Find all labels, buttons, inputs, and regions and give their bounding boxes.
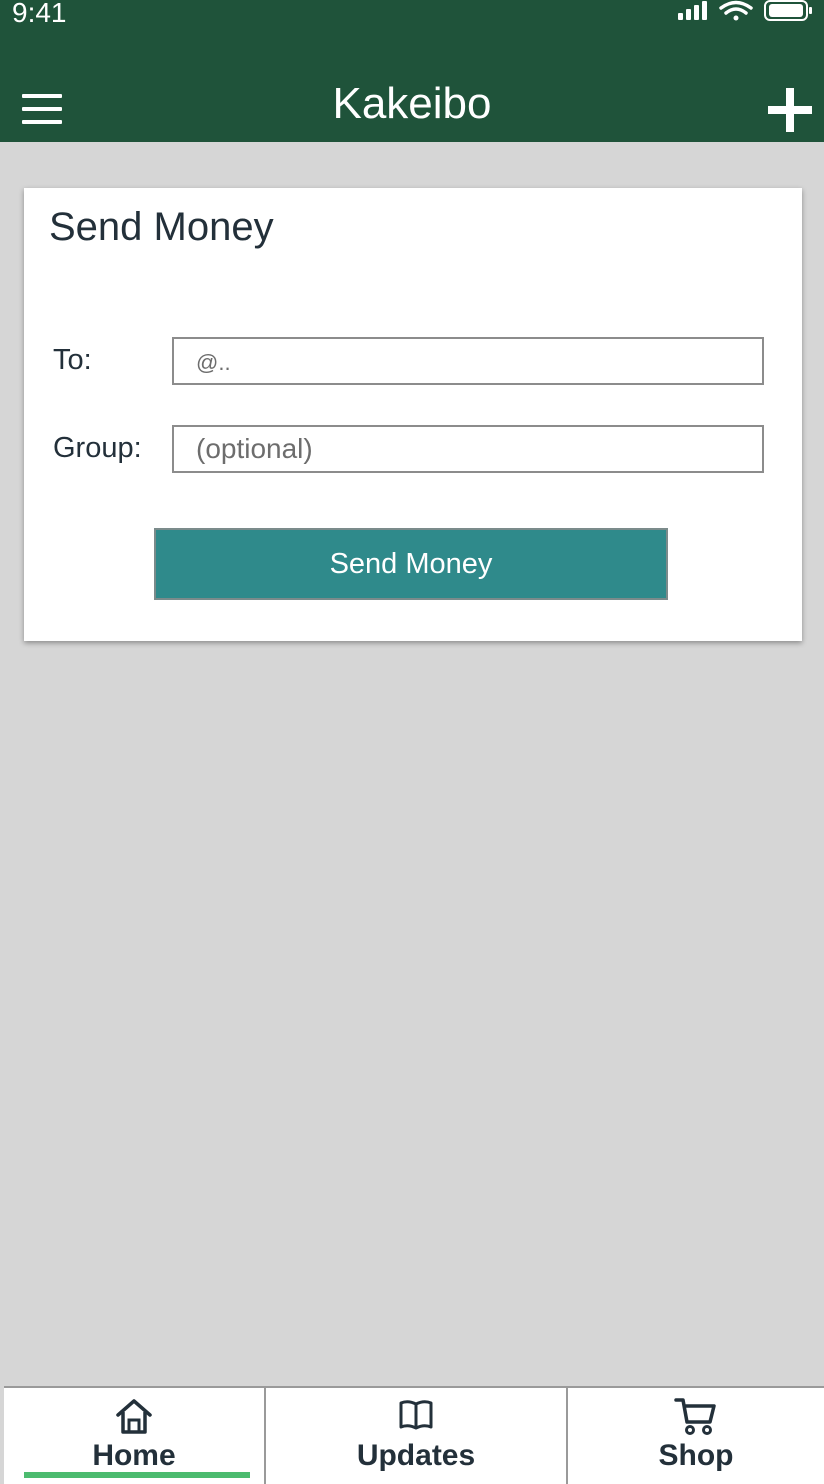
- app-title: Kakeibo: [332, 79, 492, 128]
- send-money-card: Send Money To: Group: Send Money: [24, 188, 802, 641]
- group-label: Group:: [53, 432, 142, 464]
- plus-icon: [768, 88, 812, 132]
- home-icon: [116, 1399, 152, 1434]
- status-time: 9:41: [12, 0, 67, 28]
- nav-label-home: Home: [92, 1439, 176, 1472]
- add-button[interactable]: [766, 86, 814, 134]
- nav-item-updates[interactable]: Updates: [266, 1388, 566, 1484]
- cellular-signal-icon: [678, 1, 707, 20]
- bottom-nav: Home Updates Shop: [4, 1386, 824, 1484]
- app-bar: 9:41 Kakeibo: [0, 0, 824, 142]
- status-icons: [678, 0, 814, 26]
- send-money-button[interactable]: Send Money: [154, 528, 668, 600]
- shopping-cart-icon: [674, 1398, 716, 1435]
- nav-item-shop[interactable]: Shop: [568, 1388, 824, 1484]
- active-tab-indicator: [24, 1472, 250, 1478]
- wifi-icon: [719, 0, 753, 21]
- battery-icon: [764, 0, 812, 21]
- group-input[interactable]: [172, 425, 764, 473]
- nav-label-shop: Shop: [658, 1439, 734, 1472]
- to-input[interactable]: [172, 337, 764, 385]
- nav-label-updates: Updates: [356, 1439, 476, 1472]
- to-label: To:: [53, 344, 92, 376]
- card-title: Send Money: [49, 205, 274, 249]
- book-icon: [399, 1400, 433, 1430]
- nav-item-home[interactable]: Home: [4, 1388, 264, 1484]
